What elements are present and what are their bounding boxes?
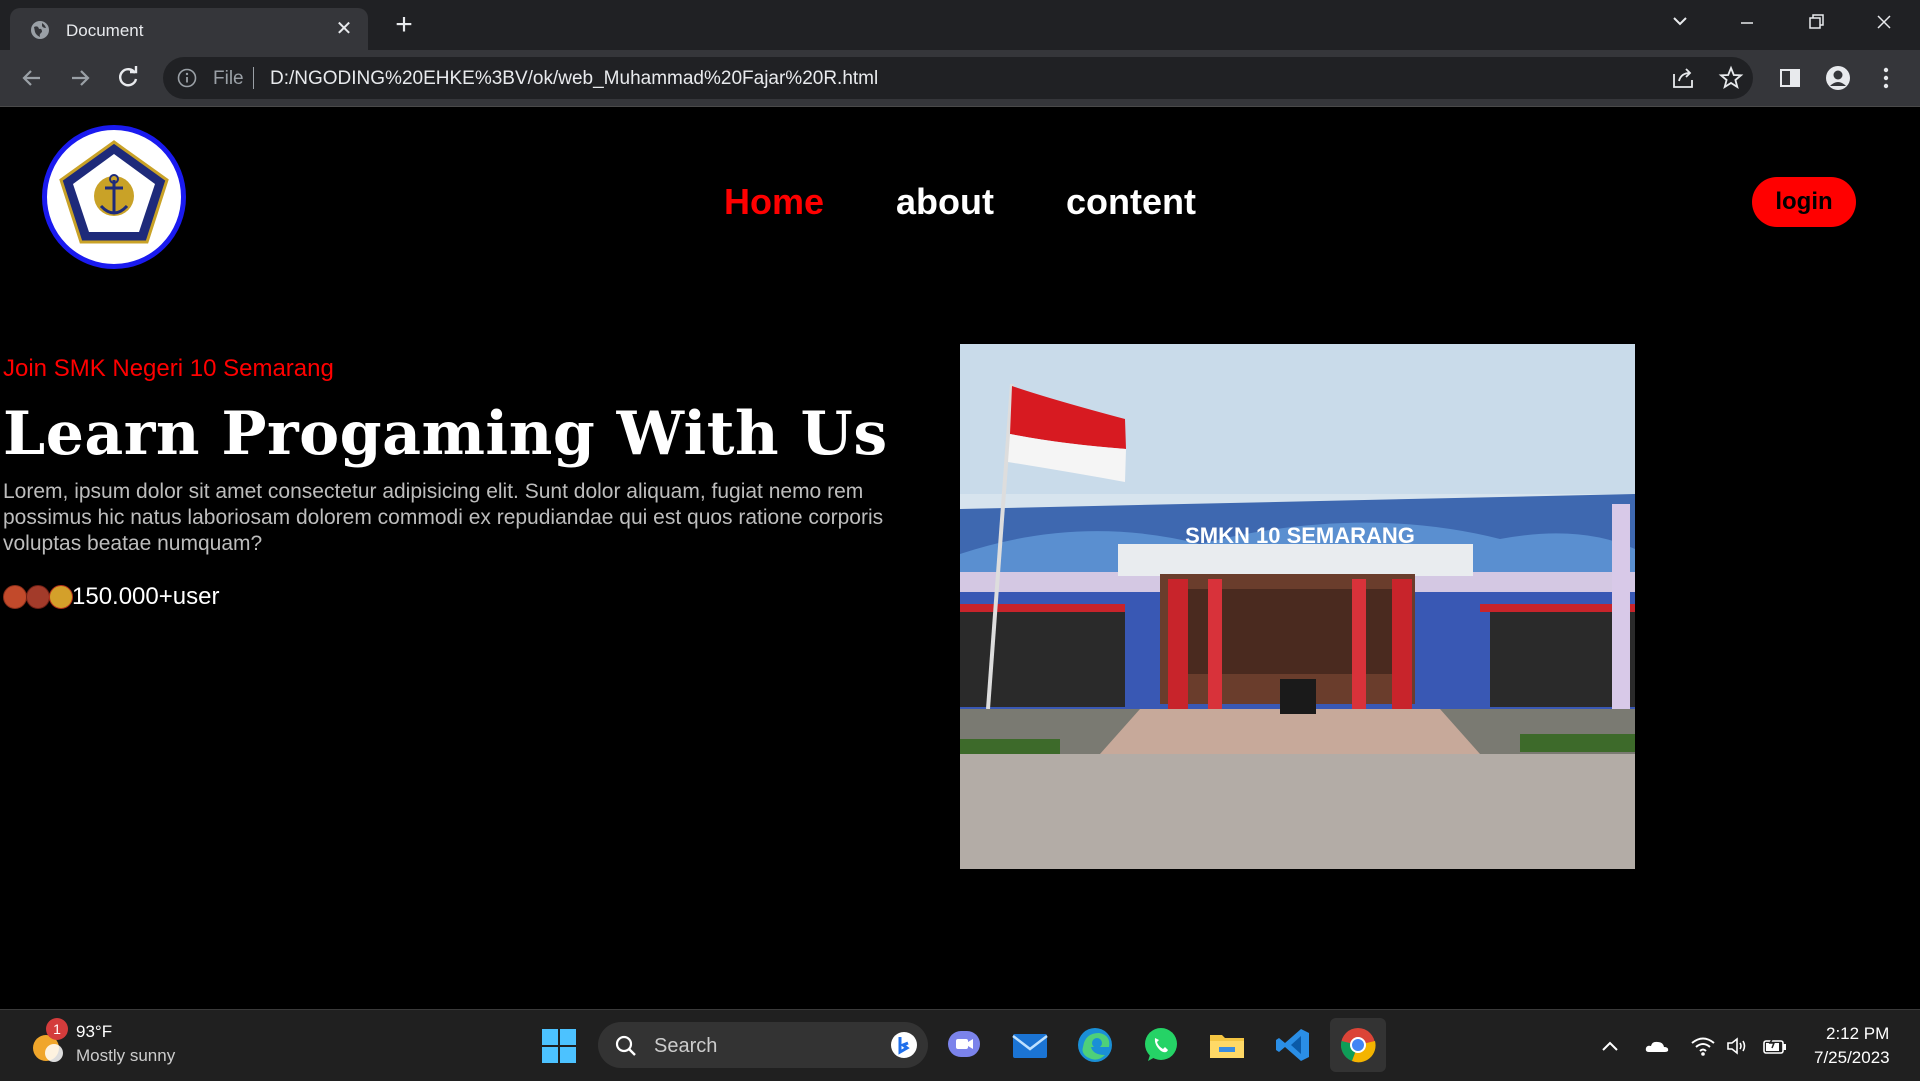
new-tab-button[interactable]: + (388, 10, 420, 42)
search-icon (615, 1035, 636, 1056)
edge-browser-icon[interactable] (1075, 1025, 1115, 1065)
weather-temperature[interactable]: 93°F (76, 1022, 112, 1042)
web-page: Home about content login Join SMK Negeri… (0, 107, 1920, 1009)
file-explorer-icon[interactable] (1207, 1025, 1247, 1065)
bookmark-star-icon[interactable] (1717, 64, 1745, 92)
windows-start-icon[interactable] (541, 1028, 577, 1064)
forward-arrow-icon[interactable] (66, 64, 94, 92)
school-logo[interactable] (42, 125, 186, 269)
bing-icon[interactable] (890, 1031, 918, 1059)
address-bar[interactable]: File D:/NGODING%20EHKE%3BV/ok/web_Muhamm… (163, 57, 1753, 99)
vscode-icon[interactable] (1273, 1025, 1313, 1065)
globe-icon (31, 21, 49, 39)
building-sign: SMKN 10 SEMARANG (1185, 523, 1415, 548)
hero-paragraph: Lorem, ipsum dolor sit amet consectetur … (3, 480, 884, 555)
share-icon[interactable] (1669, 64, 1697, 92)
user-count-text: 150.000+user (72, 583, 220, 610)
close-window-icon[interactable] (1862, 8, 1906, 38)
reload-icon[interactable] (114, 64, 142, 92)
avatar (26, 585, 50, 609)
url-text[interactable]: D:/NGODING%20EHKE%3BV/ok/web_Muhammad%20… (270, 68, 878, 90)
volume-icon[interactable] (1724, 1034, 1750, 1058)
onedrive-cloud-icon[interactable] (1644, 1034, 1670, 1058)
nav-home-link[interactable]: Home (724, 181, 824, 223)
restore-icon[interactable] (1794, 8, 1838, 38)
menu-dots-icon[interactable] (1872, 64, 1900, 92)
minimize-icon[interactable] (1725, 8, 1769, 38)
avatar (49, 585, 73, 609)
chrome-icon[interactable] (1338, 1025, 1378, 1065)
battery-charging-icon[interactable] (1762, 1034, 1788, 1058)
windows-taskbar: 1 93°F Mostly sunny Search 2:12 PM 7/25/… (0, 1009, 1920, 1081)
login-button[interactable]: login (1752, 177, 1856, 227)
profile-icon[interactable] (1824, 64, 1852, 92)
back-arrow-icon[interactable] (18, 64, 46, 92)
taskbar-search-input[interactable]: Search (598, 1022, 928, 1068)
file-scheme-label: File (213, 68, 244, 89)
hero-heading: Learn Progaming With Us (3, 399, 888, 469)
close-tab-icon[interactable]: ✕ (332, 17, 356, 41)
show-hidden-icons-chevron[interactable] (1597, 1034, 1623, 1058)
tab-title: Document (66, 21, 144, 40)
nav-content-link[interactable]: content (1066, 181, 1196, 223)
teams-chat-icon[interactable] (944, 1025, 984, 1065)
browser-tabbar: Document ✕ + (0, 0, 1920, 50)
kicker-text: Join SMK Negeri 10 Semarang (3, 355, 334, 382)
nav-about-link[interactable]: about (896, 181, 994, 223)
whatsapp-icon[interactable] (1141, 1025, 1181, 1065)
omnibox-divider (253, 67, 254, 89)
browser-toolbar: File D:/NGODING%20EHKE%3BV/ok/web_Muhamm… (0, 50, 1920, 107)
tab-search-icon[interactable] (1658, 8, 1702, 38)
school-building-photo: SMKN 10 SEMARANG (960, 344, 1635, 869)
taskbar-clock-date[interactable]: 7/25/2023 (1814, 1048, 1890, 1068)
mail-icon[interactable] (1010, 1025, 1050, 1065)
taskbar-clock-time[interactable]: 2:12 PM (1826, 1024, 1889, 1044)
weather-condition[interactable]: Mostly sunny (76, 1046, 175, 1066)
info-icon[interactable] (177, 68, 197, 88)
weather-badge: 1 (46, 1018, 68, 1040)
wifi-icon[interactable] (1690, 1034, 1716, 1058)
browser-tab[interactable]: Document ✕ (10, 8, 368, 50)
logo-emblem-icon (59, 140, 169, 244)
avatar (3, 585, 27, 609)
search-placeholder: Search (654, 1035, 718, 1057)
side-panel-icon[interactable] (1776, 64, 1804, 92)
